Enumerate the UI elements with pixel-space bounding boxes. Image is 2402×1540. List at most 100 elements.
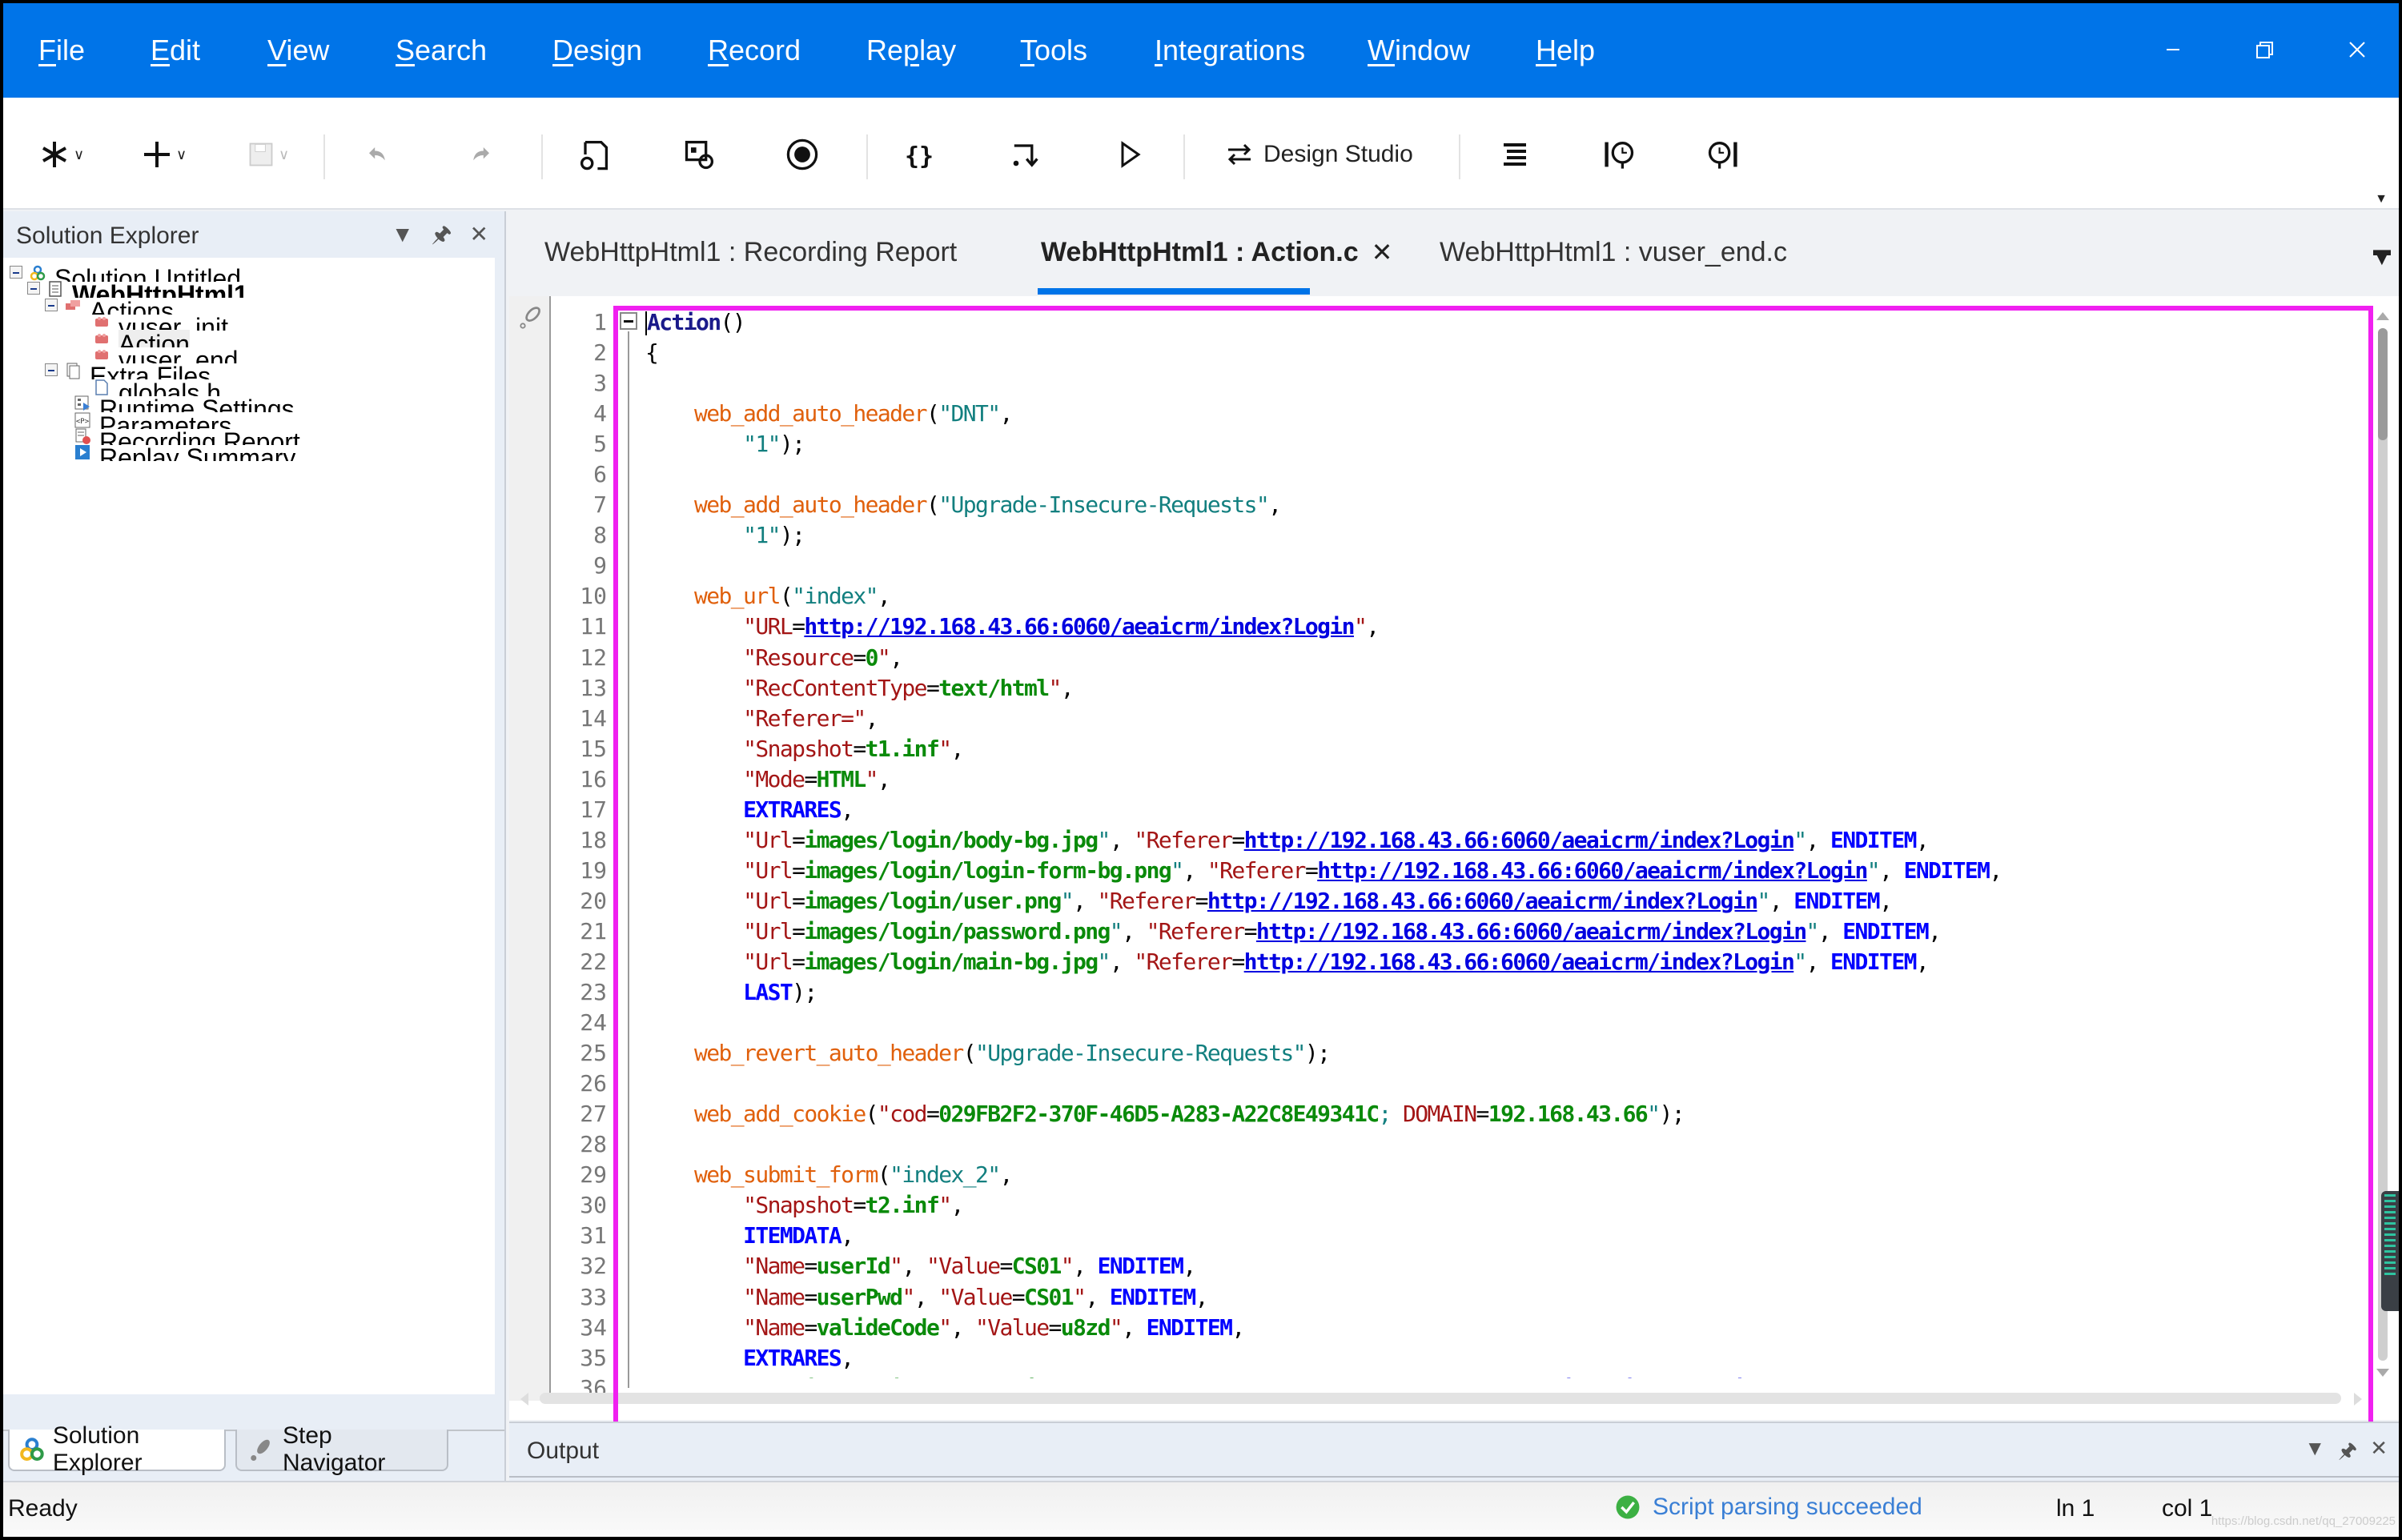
code-line[interactable]: ITEMDATA, <box>645 1221 2359 1251</box>
tree-item-extra-files[interactable]: Extra Files <box>45 362 211 379</box>
code-line[interactable]: "URL=http://192.168.43.66:6060/aeaicrm/i… <box>645 612 2359 642</box>
code-link[interactable]: http://192.168.43.66:6060/aeaicrm/index?… <box>1207 1375 1758 1378</box>
code-line[interactable] <box>645 1129 2359 1160</box>
code-line[interactable] <box>645 1008 2359 1038</box>
code-line[interactable]: web_revert_auto_header("Upgrade-Insecure… <box>645 1038 2359 1069</box>
code-line[interactable]: "1"); <box>645 520 2359 551</box>
code-line[interactable]: "Name=userId", "Value=CS01", ENDITEM, <box>645 1251 2359 1281</box>
tree-item-vuser-init[interactable]: vuser_init <box>93 313 228 331</box>
side-widget[interactable] <box>2381 1191 2399 1311</box>
code-line[interactable] <box>645 551 2359 581</box>
close-tab-icon[interactable]: ✕ <box>1372 238 1393 267</box>
code-line[interactable]: EXTRARES, <box>645 795 2359 825</box>
code-line[interactable]: web_add_cookie("cod=029FB2F2-370F-46D5-A… <box>645 1099 2359 1129</box>
code-line[interactable]: web_submit_form("index_2", <box>645 1160 2359 1190</box>
pin-icon[interactable]: 🖈 <box>2338 1436 2357 1471</box>
tree-item-actions[interactable]: Actions <box>45 297 174 315</box>
add-button[interactable]: ∨ <box>141 134 187 174</box>
collapse-icon[interactable] <box>620 312 637 330</box>
code-link[interactable]: http://192.168.43.66:6060/aeaicrm/index?… <box>1244 827 1795 853</box>
tree-item-vuser-end[interactable]: vuser_end <box>93 346 238 363</box>
collapse-icon[interactable] <box>45 298 58 311</box>
code-line[interactable]: "Url=images/login/user.png", "Referer=ht… <box>645 886 2359 916</box>
collapse-icon[interactable] <box>45 363 58 377</box>
code-link[interactable]: http://192.168.43.66:6060/aeaicrm/index?… <box>1256 918 1807 944</box>
code-area[interactable]: Action(){ web_add_auto_header("DNT", "1"… <box>645 307 2359 1378</box>
collapse-icon[interactable] <box>27 282 40 295</box>
record-button[interactable] <box>785 134 820 174</box>
tab-action-c[interactable]: WebHttpHtml1 : Action.c ✕ <box>1041 237 1392 268</box>
code-line[interactable]: "Name=valideCode", "Value=u8zd", ENDITEM… <box>645 1313 2359 1343</box>
menu-search[interactable]: Search <box>396 34 487 67</box>
menu-view[interactable]: View <box>267 34 329 67</box>
tree-item-webhttphtml1[interactable]: WebHttpHtml1 <box>27 280 248 298</box>
code-line[interactable]: "Referer=", <box>645 704 2359 734</box>
code-line[interactable]: "Url=images/index/logo.jpg", "Referer=ht… <box>645 1374 2359 1378</box>
close-icon[interactable]: ✕ <box>470 223 488 247</box>
show-tree-button[interactable] <box>1499 134 1531 174</box>
code-line[interactable]: "Url=images/login/body-bg.jpg", "Referer… <box>645 825 2359 856</box>
recording-options-button[interactable] <box>682 134 717 174</box>
code-line[interactable]: "Snapshot=t1.inf", <box>645 734 2359 764</box>
restore-button[interactable] <box>2248 34 2280 66</box>
code-link[interactable]: http://192.168.43.66:6060/aeaicrm/index?… <box>804 613 1355 640</box>
code-line[interactable]: Action() <box>645 307 2359 338</box>
scroll-left-icon[interactable] <box>520 1393 528 1406</box>
code-line[interactable]: web_url("index", <box>645 581 2359 612</box>
tree-item-globals-h[interactable]: globals.h <box>93 379 221 396</box>
compile-button[interactable]: {} <box>903 134 935 174</box>
menu-design[interactable]: Design <box>552 34 642 67</box>
tree-item-runtime-settings[interactable]: Runtime Settings <box>74 395 295 412</box>
step-button[interactable] <box>1007 134 1042 174</box>
close-window-button[interactable] <box>2341 34 2373 66</box>
code-line[interactable]: "Snapshot=t2.inf", <box>645 1190 2359 1221</box>
run-button[interactable] <box>1113 134 1145 174</box>
scroll-down-icon[interactable] <box>2376 1369 2389 1377</box>
menu-window[interactable]: Window <box>1368 34 1470 67</box>
code-line[interactable]: { <box>645 338 2359 368</box>
pin-icon[interactable]: 🖈 <box>432 223 452 247</box>
panel-menu-icon[interactable]: ▼ <box>392 223 414 247</box>
code-line[interactable]: LAST); <box>645 977 2359 1008</box>
code-line[interactable]: "Mode=HTML", <box>645 764 2359 795</box>
breakpoint-gutter[interactable] <box>509 296 551 1401</box>
code-line[interactable] <box>645 459 2359 490</box>
menu-replay[interactable]: Replay <box>866 34 956 67</box>
redo-button[interactable] <box>468 134 496 174</box>
tab-solution-explorer[interactable]: Solution Explorer <box>8 1422 226 1476</box>
code-line[interactable]: "Resource=0", <box>645 643 2359 673</box>
close-icon[interactable]: ✕ <box>2370 1436 2388 1471</box>
menu-edit[interactable]: Edit <box>151 34 200 67</box>
code-link[interactable]: http://192.168.43.66:6060/aeaicrm/index?… <box>1317 857 1868 884</box>
menu-record[interactable]: Record <box>708 34 801 67</box>
code-line[interactable]: "1"); <box>645 429 2359 459</box>
code-line[interactable]: "Url=images/login/login-form-bg.png", "R… <box>645 856 2359 886</box>
menu-tools[interactable]: Tools <box>1020 34 1087 67</box>
collapse-icon[interactable] <box>10 266 22 279</box>
tree-item-recording-report[interactable]: Recording Report <box>74 427 300 445</box>
tree-item-solution-untitled[interactable]: Solution Untitled <box>10 264 241 282</box>
code-line[interactable]: "Url=images/login/password.png", "Refere… <box>645 916 2359 947</box>
code-line[interactable]: "Url=images/login/main-bg.jpg", "Referer… <box>645 947 2359 977</box>
horizontal-scrollbar[interactable] <box>520 1393 2362 1406</box>
code-line[interactable] <box>645 1069 2359 1099</box>
code-line[interactable]: EXTRARES, <box>645 1343 2359 1374</box>
tab-step-navigator[interactable]: Step Navigator <box>235 1422 448 1476</box>
scroll-right-icon[interactable] <box>2354 1393 2362 1406</box>
replay-back-button[interactable] <box>1601 134 1637 174</box>
undo-button[interactable] <box>362 134 391 174</box>
code-editor[interactable]: 1 2 3 4 5 6 7 8 9 10 11 12 13 14 15 16 17 18 19 20 21 22 23 24 2… <box>509 296 2399 1420</box>
toolbar-overflow-icon[interactable]: ▼ <box>2375 192 2388 207</box>
code-line[interactable]: web_add_auto_header("Upgrade-Insecure-Re… <box>645 490 2359 520</box>
panel-menu-icon[interactable]: ▼ <box>2304 1436 2325 1471</box>
tree-item-action[interactable]: Action <box>93 329 190 347</box>
new-item-button[interactable]: ∨ <box>38 134 84 174</box>
design-studio-button[interactable]: Design Studio <box>1223 134 1413 174</box>
tab-vuser-end-c[interactable]: WebHttpHtml1 : vuser_end.c <box>1440 237 1787 268</box>
menu-help[interactable]: Help <box>1536 34 1595 67</box>
scroll-track[interactable] <box>540 1393 2341 1404</box>
replay-forward-button[interactable] <box>1705 134 1741 174</box>
code-line[interactable]: "RecContentType=text/html", <box>645 673 2359 704</box>
regenerate-script-button[interactable] <box>576 134 612 174</box>
code-link[interactable]: http://192.168.43.66:6060/aeaicrm/index?… <box>1244 948 1795 975</box>
